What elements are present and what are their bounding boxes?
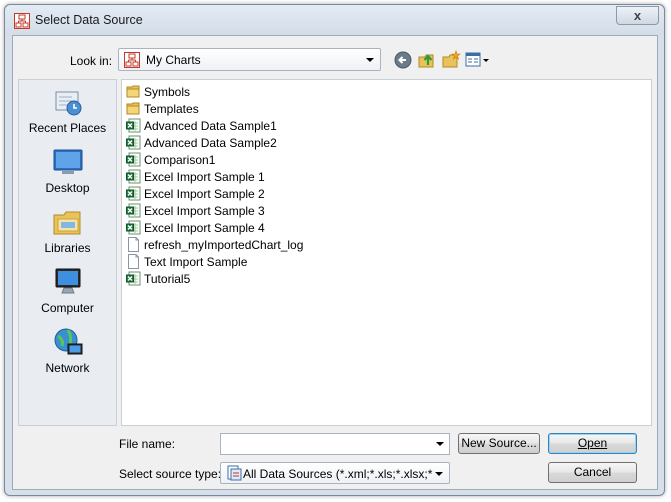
open-button-label: Open (577, 436, 608, 450)
file-name: Templates (144, 102, 199, 116)
file-name-label: File name: (119, 437, 176, 451)
excel-file-icon (126, 118, 141, 133)
place-label: Computer (41, 301, 94, 315)
file-name: Excel Import Sample 4 (144, 221, 265, 235)
file-name-input[interactable] (220, 433, 450, 455)
file-name: Text Import Sample (144, 255, 248, 269)
close-icon: x (633, 8, 642, 23)
look-in-value: My Charts (146, 53, 201, 67)
recent-places-icon (55, 91, 82, 116)
excel-file-icon (126, 135, 141, 150)
folder-icon (126, 85, 140, 98)
close-button[interactable]: x (616, 6, 659, 25)
place-network[interactable]: Network (19, 326, 116, 384)
new-source-button[interactable]: New Source... (458, 433, 540, 454)
text-file-icon (128, 237, 139, 252)
file-name: Excel Import Sample 3 (144, 204, 265, 218)
view-menu-icon[interactable] (465, 50, 491, 70)
select-data-source-dialog: Select Data Source x Look in: My Charts (4, 4, 665, 496)
places-bar: Recent Places Desktop Libraries Computer… (18, 79, 117, 426)
data-sources-icon (227, 465, 242, 481)
computer-icon (55, 268, 81, 294)
window-title: Select Data Source (35, 13, 143, 27)
look-in-label: Look in: (70, 54, 113, 68)
my-charts-folder-icon (124, 52, 140, 68)
file-name: Tutorial5 (144, 272, 191, 286)
excel-file-icon (126, 203, 141, 218)
place-libraries[interactable]: Libraries (19, 206, 116, 264)
file-name: refresh_myImportedChart_log (144, 238, 304, 252)
excel-file-icon (126, 271, 141, 286)
back-icon[interactable] (393, 50, 413, 70)
libraries-icon (53, 211, 81, 235)
data-source-icon (14, 13, 30, 29)
file-name: Excel Import Sample 2 (144, 187, 265, 201)
desktop-icon (53, 149, 83, 174)
chevron-down-icon[interactable] (436, 442, 444, 446)
place-label: Network (45, 361, 90, 375)
network-icon (54, 328, 83, 355)
place-label: Desktop (45, 181, 90, 195)
source-type-label: Select source type: (119, 467, 222, 481)
look-in-dropdown[interactable]: My Charts (118, 48, 381, 71)
new-folder-icon[interactable] (441, 50, 461, 70)
dialog-body: Look in: My Charts Recent Places Desktop… (12, 35, 658, 490)
place-desktop[interactable]: Desktop (19, 146, 116, 204)
open-button[interactable]: Open (548, 433, 637, 454)
file-name: Advanced Data Sample2 (144, 136, 277, 150)
text-file-icon (128, 254, 139, 269)
file-name: Comparison1 (144, 153, 216, 167)
place-label: Libraries (44, 241, 91, 255)
source-type-dropdown[interactable]: All Data Sources (*.xml;*.xls;*.xlsx;*.c (220, 462, 450, 484)
file-name: Excel Import Sample 1 (144, 170, 265, 184)
file-name: Advanced Data Sample1 (144, 119, 277, 133)
place-label: Recent Places (28, 121, 107, 135)
excel-file-icon (126, 186, 141, 201)
place-computer[interactable]: Computer (19, 266, 116, 324)
folder-icon (126, 102, 140, 115)
cancel-button[interactable]: Cancel (548, 462, 637, 483)
chevron-down-icon (366, 58, 374, 62)
place-recent-places[interactable]: Recent Places (19, 86, 116, 144)
file-name: Symbols (144, 85, 191, 99)
title-bar[interactable]: Select Data Source x (5, 5, 664, 35)
source-type-value: All Data Sources (*.xml;*.xls;*.xlsx;*.c (243, 467, 433, 481)
excel-file-icon (126, 169, 141, 184)
file-list[interactable]: Symbols Templates Advanced Data Sample1 Adv… (121, 79, 652, 426)
excel-file-icon (126, 152, 141, 167)
chevron-down-icon (435, 472, 443, 476)
up-folder-icon[interactable] (417, 50, 437, 70)
excel-file-icon (126, 220, 141, 235)
